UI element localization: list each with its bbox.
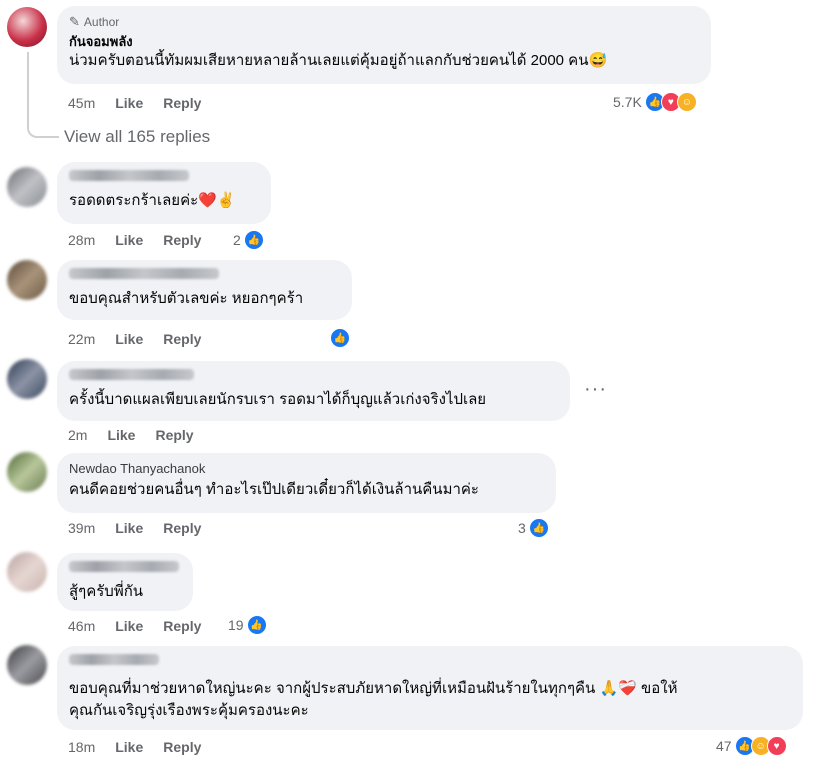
reaction-summary[interactable]: 3 👍: [518, 518, 549, 538]
love-icon: ♥: [766, 736, 787, 756]
reaction-summary[interactable]: 👍: [330, 328, 350, 348]
author-badge: ✎ Author: [69, 14, 699, 30]
comment-bubble: รอดดตระกร้าเลยค่ะ❤️✌️: [57, 162, 271, 224]
avatar[interactable]: [7, 359, 47, 399]
commenter-name-blurred[interactable]: [69, 367, 558, 385]
comment-actions: 22m Like Reply: [68, 331, 221, 347]
comment-time[interactable]: 2m: [68, 427, 87, 443]
avatar[interactable]: [7, 167, 47, 207]
reaction-summary[interactable]: 47 👍 ☺ ♥: [716, 736, 787, 756]
commenter-name-blurred[interactable]: [69, 168, 259, 186]
comment-actions: 46m Like Reply: [68, 618, 221, 634]
reaction-count: 47: [716, 738, 732, 754]
comment-text: ครั้งนี้บาดแผลเพียบเลยนักรบเรา รอดมาได้ก…: [69, 391, 487, 408]
comment-bubble: Newdao Thanyachanok คนดีคอยช่วยคนอื่นๆ ท…: [57, 453, 556, 513]
comment-actions: 45m Like Reply: [68, 95, 221, 111]
comment-actions: 2m Like Reply: [68, 427, 214, 443]
comment-text: น่วมครับตอนนี้ทัมผมเสียหายหลายล้านเลยแต่…: [69, 52, 608, 69]
reaction-summary[interactable]: 5.7K 👍 ♥ ☺: [613, 92, 697, 112]
care-icon: ☺: [676, 92, 697, 112]
comment-text-line-1: ขอบคุณที่มาช่วยหาดใหญ่นะคะ จากผู้ประสบภั…: [69, 680, 678, 697]
like-button[interactable]: Like: [115, 331, 143, 347]
commenter-name[interactable]: Newdao Thanyachanok: [69, 461, 544, 477]
reaction-summary[interactable]: 19 👍: [228, 615, 267, 635]
comment-text: รอดดตระกร้าเลยค่ะ❤️✌️: [69, 192, 236, 209]
reply-button[interactable]: Reply: [155, 427, 193, 443]
author-name[interactable]: กันจอมพลัง: [69, 34, 699, 50]
like-button[interactable]: Like: [115, 520, 143, 536]
like-icon: 👍: [528, 518, 549, 538]
comment-bubble: สู้ๆครับพี่กัน: [57, 553, 193, 611]
comment-text-line-2: คุณกันเจริญรุ่งเรืองพระคุ้มครองนะคะ: [69, 702, 309, 719]
reaction-count: 3: [518, 520, 526, 536]
reaction-summary[interactable]: 2 👍: [233, 230, 264, 250]
comment-time[interactable]: 45m: [68, 95, 95, 111]
reply-button[interactable]: Reply: [163, 618, 201, 634]
reply-button[interactable]: Reply: [163, 331, 201, 347]
avatar[interactable]: [7, 452, 47, 492]
reply-button[interactable]: Reply: [163, 739, 201, 755]
comment-time[interactable]: 46m: [68, 618, 95, 634]
avatar[interactable]: [7, 645, 47, 685]
commenter-name-blurred[interactable]: [69, 266, 340, 284]
reply-button[interactable]: Reply: [163, 95, 201, 111]
comment-actions: 18m Like Reply: [68, 739, 221, 755]
comment-time[interactable]: 18m: [68, 739, 95, 755]
author-badge-label: Author: [83, 15, 120, 29]
pencil-icon: ✎: [69, 14, 80, 29]
like-button[interactable]: Like: [115, 95, 143, 111]
author-avatar[interactable]: [7, 7, 47, 47]
author-comment-bubble: ✎ Author กันจอมพลัง น่วมครับตอนนี้ทัมผมเ…: [57, 6, 711, 84]
avatar[interactable]: [7, 552, 47, 592]
comment-time[interactable]: 39m: [68, 520, 95, 536]
like-button[interactable]: Like: [115, 618, 143, 634]
like-icon: 👍: [246, 615, 267, 635]
comment-time[interactable]: 22m: [68, 331, 95, 347]
thread-connector: [27, 52, 59, 138]
reaction-count: 2: [233, 232, 241, 248]
comment-text: สู้ๆครับพี่กัน: [69, 583, 144, 600]
reaction-count: 19: [228, 617, 244, 633]
like-button[interactable]: Like: [107, 427, 135, 443]
reply-button[interactable]: Reply: [163, 520, 201, 536]
commenter-name-blurred[interactable]: [69, 559, 181, 577]
comment-bubble: ขอบคุณสำหรับตัวเลขค่ะ หยอกๆคร้า: [57, 260, 352, 320]
reaction-count: 5.7K: [613, 94, 642, 110]
comment-text: คนดีคอยช่วยคนอื่นๆ ทำอะไรเป๊ปเดียวเดี๋ยว…: [69, 481, 479, 498]
avatar[interactable]: [7, 260, 47, 300]
like-icon: 👍: [330, 328, 350, 348]
comment-actions: 39m Like Reply: [68, 520, 221, 536]
like-button[interactable]: Like: [115, 232, 143, 248]
more-options-icon[interactable]: ···: [584, 378, 607, 401]
comment-text: ขอบคุณสำหรับตัวเลขค่ะ หยอกๆคร้า: [69, 290, 304, 307]
like-icon: 👍: [243, 230, 264, 250]
comment-actions: 28m Like Reply: [68, 232, 221, 248]
commenter-name-blurred[interactable]: [69, 652, 791, 670]
reply-button[interactable]: Reply: [163, 232, 201, 248]
comment-bubble: ครั้งนี้บาดแผลเพียบเลยนักรบเรา รอดมาได้ก…: [57, 361, 570, 421]
like-button[interactable]: Like: [115, 739, 143, 755]
view-replies-link[interactable]: View all 165 replies: [64, 127, 210, 147]
comment-bubble: ขอบคุณที่มาช่วยหาดใหญ่นะคะ จากผู้ประสบภั…: [57, 646, 803, 730]
comment-time[interactable]: 28m: [68, 232, 95, 248]
